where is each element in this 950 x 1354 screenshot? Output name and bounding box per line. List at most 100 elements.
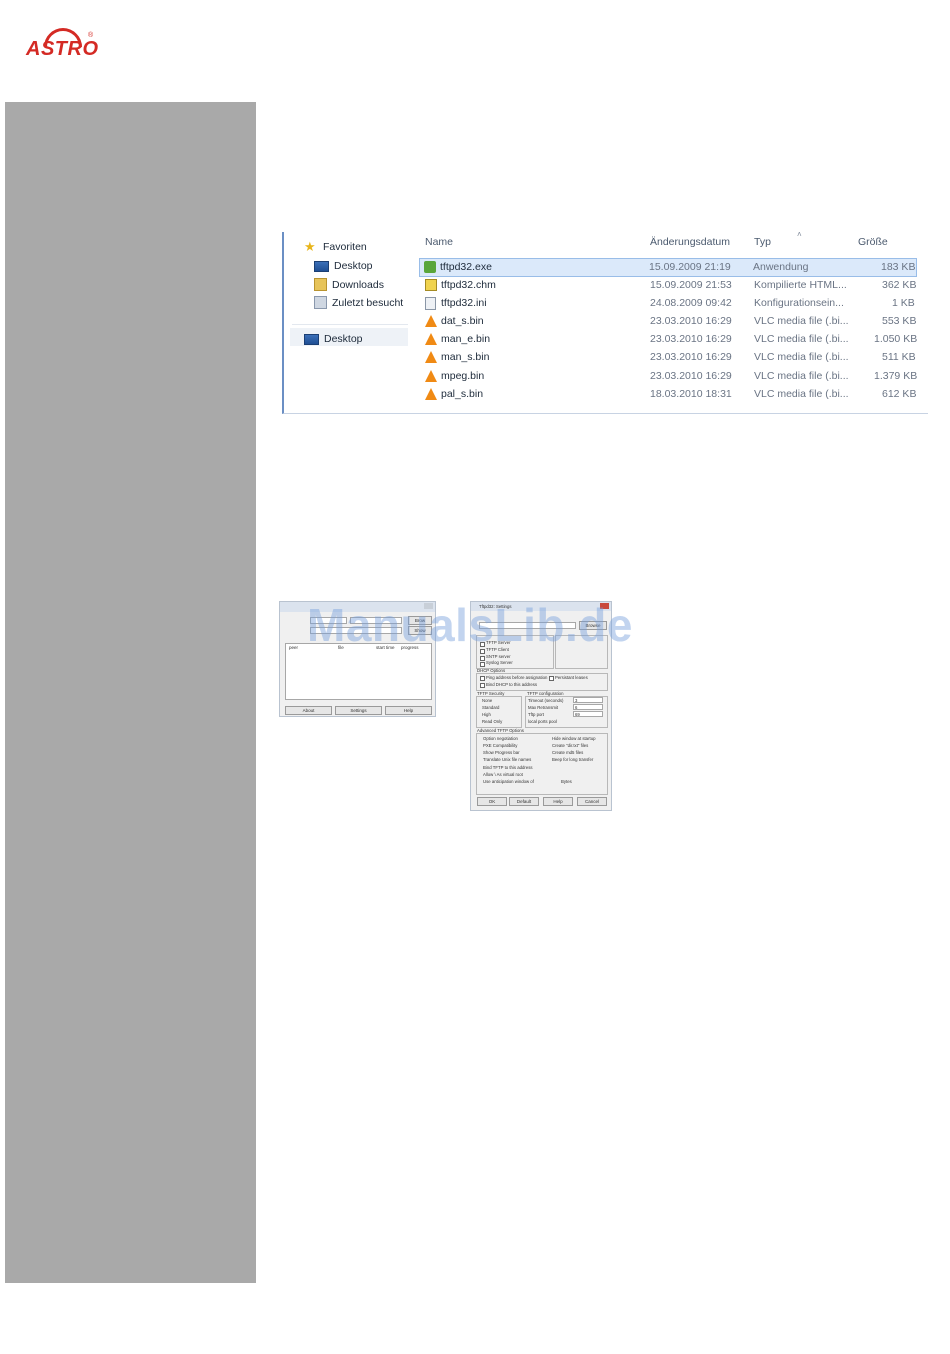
config-label: Timeout (seconds): [528, 698, 564, 703]
grey-sidebar: [5, 102, 256, 1283]
file-name: tftpd32.ini: [441, 297, 487, 309]
column-header-size[interactable]: Größe: [858, 236, 888, 248]
column-header-type[interactable]: Typ: [754, 236, 771, 248]
desktop-icon: [304, 333, 319, 345]
file-size: 1 KB: [892, 297, 915, 309]
registered-mark: ®: [88, 32, 94, 39]
advanced-option[interactable]: Option negotiation: [483, 736, 518, 741]
file-date: 23.03.2010 16:29: [650, 351, 732, 363]
cancel-button[interactable]: Cancel: [577, 797, 607, 806]
option-label: Persistant leases: [555, 675, 588, 680]
nav-separator: [292, 324, 408, 325]
file-size: 511 KB: [882, 351, 916, 363]
advanced-option[interactable]: Show Progress bar: [483, 750, 520, 755]
checkbox[interactable]: [480, 662, 485, 667]
nav-item-downloads[interactable]: Downloads: [314, 278, 384, 291]
max-retransmit-field[interactable]: 6: [573, 704, 603, 710]
nav-item-label: Desktop: [324, 333, 363, 345]
desktop-icon: [314, 260, 329, 272]
advanced-option[interactable]: Use anticipation window of: [483, 779, 534, 784]
file-row[interactable]: mpeg.bin 23.03.2010 16:29 VLC media file…: [421, 368, 918, 385]
checkbox[interactable]: [480, 683, 485, 688]
exe-icon: [424, 261, 436, 273]
advanced-option[interactable]: Bind TFTP to this address: [483, 765, 533, 770]
star-icon: ★: [304, 239, 316, 254]
file-date: 23.03.2010 16:29: [650, 370, 732, 382]
nav-item-favorites[interactable]: ★ Favoriten: [304, 239, 367, 254]
file-row[interactable]: man_s.bin 23.03.2010 16:29 VLC media fil…: [421, 349, 918, 366]
file-name: man_e.bin: [441, 333, 491, 345]
vlc-icon: [425, 388, 437, 400]
file-row[interactable]: tftpd32.exe 15.09.2009 21:19 Anwendung 1…: [419, 258, 917, 277]
file-name: dat_s.bin: [441, 315, 484, 327]
file-date: 15.09.2009 21:53: [650, 279, 732, 291]
file-date: 24.08.2009 09:42: [650, 297, 732, 309]
advanced-option[interactable]: Allow \ As virtual root: [483, 772, 523, 777]
radio-label[interactable]: High: [482, 712, 491, 717]
astro-logo: ASTRO ®: [22, 20, 98, 74]
config-label: Tftp port: [528, 712, 545, 717]
advanced-option[interactable]: Create md5 files: [552, 750, 583, 755]
tftp-port-field[interactable]: 69: [573, 711, 603, 717]
vlc-icon: [425, 351, 437, 363]
file-size: 1.050 KB: [874, 333, 918, 345]
config-label: Max Retransmit: [528, 705, 559, 710]
file-type: Konfigurationsein...: [754, 297, 844, 309]
column-header-date[interactable]: Änderungsdatum: [650, 236, 730, 248]
file-date: 23.03.2010 16:29: [650, 315, 732, 327]
file-row[interactable]: tftpd32.chm 15.09.2009 21:53 Kompilierte…: [421, 277, 918, 294]
file-size: 362 KB: [882, 279, 917, 291]
checkbox[interactable]: [480, 676, 485, 681]
file-row[interactable]: dat_s.bin 23.03.2010 16:29 VLC media fil…: [421, 313, 918, 330]
ok-button[interactable]: OK: [477, 797, 507, 806]
vlc-icon: [425, 315, 437, 327]
nav-item-desktop[interactable]: Desktop: [314, 260, 373, 272]
nav-item-recent[interactable]: Zuletzt besucht: [314, 296, 403, 309]
radio-label[interactable]: None: [482, 698, 492, 703]
advanced-option[interactable]: Translate Unix file names: [483, 757, 531, 762]
file-size: 612 KB: [882, 388, 917, 400]
file-type: VLC media file (.bi...: [754, 333, 849, 345]
config-label: local ports pool: [528, 719, 557, 724]
file-list: Name Änderungsdatum Typ ˄ Größe tftpd32.…: [419, 230, 921, 413]
dhcp-options-group: Ping address before assignation Persista…: [476, 673, 608, 691]
checkbox[interactable]: [549, 676, 554, 681]
file-type: VLC media file (.bi...: [754, 388, 849, 400]
recent-places-icon: [314, 296, 327, 309]
file-size: 183 KB: [881, 261, 916, 273]
watermark-text: ManualsLib.de: [307, 599, 633, 651]
advanced-options-group: Option negotiation Hide window at startu…: [476, 733, 608, 795]
nav-item-label: Desktop: [334, 260, 373, 272]
advanced-option[interactable]: PXE Compatibility: [483, 743, 517, 748]
file-type: VLC media file (.bi...: [754, 370, 849, 382]
advanced-option[interactable]: Beep for long transfer: [552, 757, 593, 762]
file-type: VLC media file (.bi...: [754, 351, 849, 363]
file-name: tftpd32.exe: [440, 261, 492, 273]
file-size: 553 KB: [882, 315, 917, 327]
about-button[interactable]: About: [285, 706, 332, 715]
radio-label[interactable]: Standard: [482, 705, 499, 710]
vlc-icon: [425, 333, 437, 345]
default-button[interactable]: Default: [509, 797, 539, 806]
advanced-option[interactable]: Hide window at startup: [552, 736, 595, 741]
chm-icon: [425, 279, 437, 291]
column-header-name[interactable]: Name: [425, 236, 453, 248]
help-button[interactable]: Help: [543, 797, 573, 806]
service-label: SNTP server: [486, 654, 511, 659]
radio-label[interactable]: Read Only: [482, 719, 502, 724]
downloads-folder-icon: [314, 278, 327, 291]
nav-item-desktop-root[interactable]: Desktop: [304, 333, 363, 345]
settings-button[interactable]: Settings: [335, 706, 382, 715]
file-row[interactable]: man_e.bin 23.03.2010 16:29 VLC media fil…: [421, 331, 918, 348]
help-button[interactable]: Help: [385, 706, 432, 715]
nav-item-label: Favoriten: [323, 241, 367, 253]
nav-item-label: Downloads: [332, 278, 384, 291]
checkbox[interactable]: [480, 656, 485, 661]
file-row[interactable]: pal_s.bin 18.03.2010 18:31 VLC media fil…: [421, 386, 918, 403]
file-row[interactable]: tftpd32.ini 24.08.2009 09:42 Konfigurati…: [421, 295, 918, 312]
max-retransmit-value: 6: [575, 705, 578, 710]
advanced-option[interactable]: Create "dir.txt" files: [552, 743, 588, 748]
file-date: 18.03.2010 18:31: [650, 388, 732, 400]
timeout-value: 3: [575, 698, 578, 703]
timeout-field[interactable]: 3: [573, 697, 603, 703]
